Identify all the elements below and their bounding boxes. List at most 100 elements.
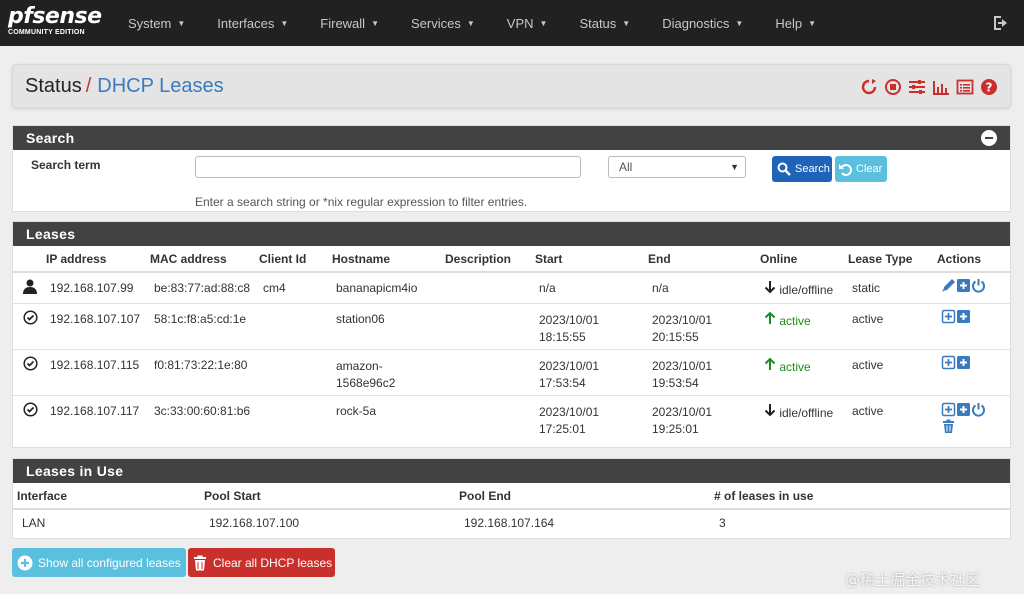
ip-cell: 192.168.107.99: [46, 271, 150, 303]
add-icon[interactable]: [956, 309, 971, 324]
breadcrumb-section: Status: [25, 74, 82, 97]
edit-icon[interactable]: [941, 278, 956, 293]
restart-icon[interactable]: [860, 78, 878, 96]
clear-button-label: Clear: [856, 163, 883, 175]
settings-sliders-icon[interactable]: [908, 78, 926, 96]
menu-label: Diagnostics: [662, 15, 730, 31]
logo-text: pfsense: [8, 4, 102, 29]
end-date: 2023/10/01: [652, 358, 713, 373]
column-header[interactable]: IP address: [46, 246, 150, 273]
lease-type-cell: active: [848, 348, 937, 395]
add-outline-icon[interactable]: [941, 402, 956, 417]
online-status: idle/offline: [779, 283, 834, 297]
column-header[interactable]: Lease Type: [848, 246, 937, 273]
caret-down-icon: ▼: [466, 18, 475, 28]
power-icon[interactable]: [971, 278, 986, 293]
column-header[interactable]: Hostname: [332, 246, 445, 273]
column-header[interactable]: Start: [535, 246, 648, 273]
end-cell: 2023/10/01 19:25:01: [648, 394, 760, 441]
menu-status[interactable]: Status ▼: [563, 0, 646, 46]
check-circle-icon: [23, 402, 38, 417]
caret-down-icon: ▼: [539, 18, 548, 28]
menu-label: Services: [411, 15, 461, 31]
menu-label: Status: [579, 15, 617, 31]
caret-down-icon: ▼: [808, 18, 817, 28]
table-row: 192.168.107.99 be:83:77:ad:88:c8 cm4 ban…: [13, 271, 1010, 303]
lease-type-cell: active: [848, 302, 937, 349]
column-header[interactable]: Online: [760, 246, 848, 273]
trash-icon[interactable]: [941, 419, 956, 434]
actions-cell: [937, 394, 1010, 441]
actions-cell: [937, 271, 1010, 303]
search-help-text: Enter a search string or *nix regular ex…: [195, 195, 528, 209]
column-header[interactable]: MAC address: [150, 246, 259, 273]
clear-button[interactable]: Clear: [835, 156, 887, 182]
caret-down-icon: ▼: [371, 18, 379, 28]
online-cell: active: [760, 302, 848, 349]
menu-help[interactable]: Help ▼: [759, 0, 832, 46]
bar-chart-icon[interactable]: [932, 78, 950, 96]
description-cell: [445, 394, 535, 441]
table-row: 192.168.107.115 f0:81:73:22:1e:80 amazon…: [13, 348, 1010, 395]
log-list-icon[interactable]: [956, 78, 974, 96]
table-row: LAN 192.168.107.100 192.168.107.164 3: [13, 509, 1010, 537]
start-cell: 2023/10/01 18:15:55: [535, 302, 648, 349]
add-outline-icon[interactable]: [941, 309, 956, 324]
pfsense-logo[interactable]: pfsense COMMUNITY EDITION: [0, 0, 112, 46]
menu-vpn[interactable]: VPN ▼: [491, 0, 564, 46]
leases-in-use-table: Interface Pool Start Pool End # of lease…: [13, 483, 1010, 537]
stop-icon[interactable]: [884, 78, 902, 96]
start-time: 17:53:54: [539, 375, 586, 390]
mac-cell: 58:1c:f8:a5:cd:1e: [150, 302, 259, 349]
online-cell: idle/offline: [760, 394, 848, 441]
search-panel: Search Search term All ▼ Search Clear En…: [12, 125, 1011, 212]
help-icon[interactable]: ?: [980, 78, 998, 96]
menu-system[interactable]: System ▼: [112, 0, 201, 46]
column-header[interactable]: Description: [445, 246, 535, 273]
panel-header: Leases in Use: [13, 459, 1010, 483]
undo-icon: [839, 163, 852, 176]
start-cell: 2023/10/01 17:53:54: [535, 348, 648, 395]
menu-firewall[interactable]: Firewall ▼: [304, 0, 395, 46]
end-date: 2023/10/01: [652, 404, 713, 419]
check-circle-icon: [23, 310, 38, 325]
watermark: @稀土掘金技术社区: [845, 571, 981, 589]
panel-title: Leases in Use: [26, 463, 124, 479]
show-all-leases-button[interactable]: Show all configured leases: [12, 548, 186, 577]
sign-out-icon[interactable]: [992, 13, 1012, 33]
column-header[interactable]: End: [648, 246, 760, 273]
search-input[interactable]: [195, 156, 581, 178]
menu-services[interactable]: Services ▼: [395, 0, 491, 46]
page-title[interactable]: DHCP Leases: [97, 75, 223, 98]
power-icon[interactable]: [971, 402, 986, 417]
caret-down-icon: ▼: [735, 18, 744, 28]
search-button[interactable]: Search: [772, 156, 832, 182]
menu-interfaces[interactable]: Interfaces ▼: [201, 0, 304, 46]
add-icon[interactable]: [956, 355, 971, 370]
table-row: 192.168.107.107 58:1c:f8:a5:cd:1e statio…: [13, 302, 1010, 349]
add-icon[interactable]: [956, 402, 971, 417]
hostname-cell: bananapicm4io: [332, 271, 445, 303]
show-all-leases-label: Show all configured leases: [38, 555, 181, 570]
add-static-mapping-icon[interactable]: [956, 278, 971, 293]
clear-all-leases-button[interactable]: Clear all DHCP leases: [188, 548, 335, 577]
end-time: 19:25:01: [652, 421, 699, 436]
top-navbar: pfsense COMMUNITY EDITION System ▼ Interf…: [0, 0, 1024, 46]
chevron-down-icon: ▼: [730, 162, 739, 172]
hostname-cell: station06: [332, 302, 445, 349]
start-date: 2023/10/01: [539, 312, 600, 327]
search-filter-select[interactable]: All ▼: [608, 156, 746, 178]
add-outline-icon[interactable]: [941, 355, 956, 370]
panel-title: Search: [26, 130, 75, 146]
menu-label: Firewall: [320, 15, 366, 31]
hostname-cell: rock-5a: [332, 394, 445, 441]
menu-diagnostics[interactable]: Diagnostics ▼: [646, 0, 759, 46]
arrow-down-icon: [764, 281, 776, 294]
breadcrumb: Status / DHCP Leases ?: [12, 64, 1011, 108]
menu-label: Help: [775, 15, 803, 31]
column-header[interactable]: Client Id: [259, 246, 332, 273]
client-id-cell: [259, 348, 332, 395]
breadcrumb-separator: /: [85, 74, 92, 97]
collapse-icon[interactable]: [981, 130, 997, 146]
user-icon: [23, 279, 38, 295]
